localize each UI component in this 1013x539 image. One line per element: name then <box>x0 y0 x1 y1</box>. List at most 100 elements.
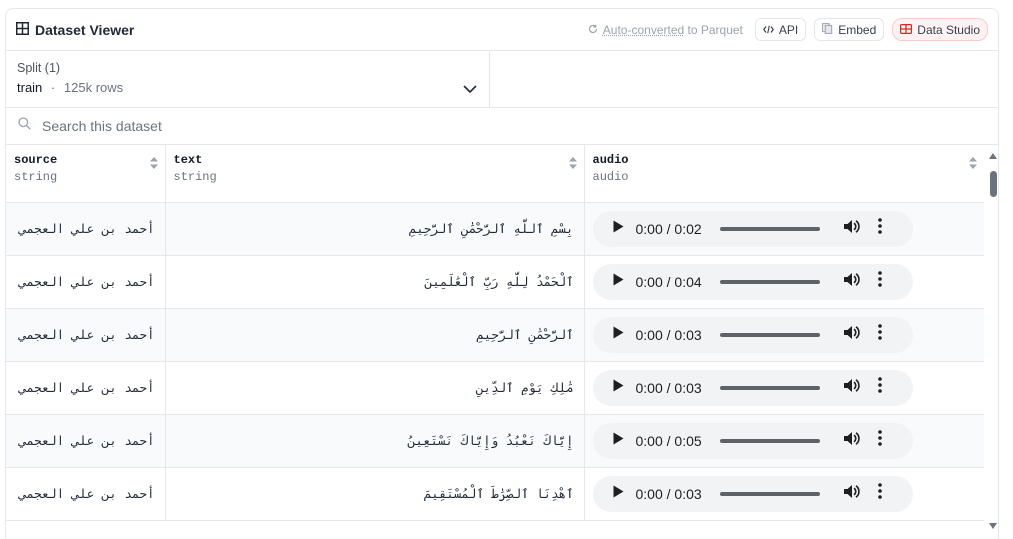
table-row[interactable]: أحمد بن علي العجمي بِسْمِ ٱللَّهِ ٱلرَّحْ… <box>6 202 984 255</box>
table-row[interactable]: أحمد بن علي العجمي إِيَّاكَ نَعْبُدُ وَإِ… <box>6 414 984 467</box>
search-input[interactable] <box>40 117 444 135</box>
audio-time: 0:00 / 0:03 <box>636 327 708 343</box>
more-options-icon[interactable] <box>878 483 882 504</box>
search-icon <box>18 117 31 135</box>
vertical-scrollbar[interactable] <box>987 151 999 539</box>
split-label: Split (1) <box>17 61 478 75</box>
table-row[interactable]: أحمد بن علي العجمي مَٰلِكِ يَوْمِ ٱلدِّين… <box>6 361 984 414</box>
refresh-icon <box>588 23 598 37</box>
cell-text: ٱهْدِنَا ٱلصِّرَٰطَ ٱلْمُسْتَقِيمَ <box>165 467 584 520</box>
more-options-icon[interactable] <box>878 430 882 451</box>
cell-audio: 0:00 / 0:03 <box>584 467 984 520</box>
cell-text: ٱلْحَمْدُ لِلَّهِ رَبِّ ٱلْعَٰلَمِينَ <box>165 255 584 308</box>
search-bar <box>6 108 998 145</box>
api-label: API <box>779 23 798 37</box>
column-header-source[interactable]: source string <box>6 145 165 202</box>
more-options-icon[interactable] <box>878 324 882 345</box>
cell-audio: 0:00 / 0:03 <box>584 308 984 361</box>
column-header-audio[interactable]: audio audio <box>584 145 984 202</box>
auto-converted-rest: to Parquet <box>684 23 743 37</box>
audio-progress-bar[interactable] <box>720 280 820 284</box>
cell-source: أحمد بن علي العجمي <box>6 308 165 361</box>
more-options-icon[interactable] <box>878 377 882 398</box>
volume-icon[interactable] <box>844 378 860 398</box>
embed-button[interactable]: Embed <box>814 18 884 41</box>
volume-icon[interactable] <box>844 325 860 345</box>
audio-progress-bar[interactable] <box>720 386 820 390</box>
data-studio-button[interactable]: Data Studio <box>892 18 988 41</box>
more-options-icon[interactable] <box>878 218 882 239</box>
column-name: text <box>174 153 576 167</box>
scroll-down-icon <box>989 523 997 529</box>
table-row[interactable]: أحمد بن علي العجمي ٱلْحَمْدُ لِلَّهِ رَبِ… <box>6 255 984 308</box>
split-row: Split (1) train · 125k rows <box>6 51 998 108</box>
split-separator: · <box>51 80 55 95</box>
scrollbar-thumb[interactable] <box>990 171 997 197</box>
data-table: source string text string audio audio أح… <box>6 145 984 521</box>
scroll-up-icon <box>989 153 997 159</box>
audio-player[interactable]: 0:00 / 0:04 <box>593 264 913 300</box>
sort-icon[interactable] <box>150 156 158 174</box>
volume-icon[interactable] <box>844 484 860 504</box>
cell-source: أحمد بن علي العجمي <box>6 361 165 414</box>
audio-progress-bar[interactable] <box>720 439 820 443</box>
auto-converted-link[interactable]: Auto-converted <box>603 23 684 37</box>
cell-source: أحمد بن علي العجمي <box>6 467 165 520</box>
column-type: audio <box>593 170 977 184</box>
play-icon[interactable] <box>613 273 624 291</box>
split-name: train <box>17 80 42 95</box>
audio-player[interactable]: 0:00 / 0:03 <box>593 476 913 512</box>
audio-player[interactable]: 0:00 / 0:03 <box>593 370 913 406</box>
data-studio-label: Data Studio <box>917 23 980 37</box>
api-button[interactable]: API <box>755 18 806 41</box>
embed-icon <box>822 23 833 37</box>
audio-progress-bar[interactable] <box>720 492 820 496</box>
volume-icon[interactable] <box>844 219 860 239</box>
sort-icon[interactable] <box>969 156 977 174</box>
code-icon <box>763 23 774 37</box>
column-type: string <box>14 170 157 184</box>
audio-time: 0:00 / 0:05 <box>636 433 708 449</box>
cell-audio: 0:00 / 0:04 <box>584 255 984 308</box>
audio-player[interactable]: 0:00 / 0:02 <box>593 211 913 247</box>
more-options-icon[interactable] <box>878 271 882 292</box>
audio-player[interactable]: 0:00 / 0:05 <box>593 423 913 459</box>
table-row[interactable]: أحمد بن علي العجمي ٱلرَّحْمَٰنِ ٱلرَّحِيم… <box>6 308 984 361</box>
cell-text: بِسْمِ ٱللَّهِ ٱلرَّحْمَٰنِ ٱلرَّحِيمِ <box>165 202 584 255</box>
column-type: string <box>174 170 576 184</box>
column-header-text[interactable]: text string <box>165 145 584 202</box>
audio-time: 0:00 / 0:03 <box>636 380 708 396</box>
embed-label: Embed <box>838 23 876 37</box>
audio-progress-bar[interactable] <box>720 333 820 337</box>
audio-player[interactable]: 0:00 / 0:03 <box>593 317 913 353</box>
split-row-count: 125k rows <box>64 80 123 95</box>
audio-time: 0:00 / 0:04 <box>636 274 708 290</box>
volume-icon[interactable] <box>844 272 860 292</box>
play-icon[interactable] <box>613 432 624 450</box>
table-icon <box>16 22 29 38</box>
table-row[interactable]: أحمد بن علي العجمي ٱهْدِنَا ٱلصِّرَٰطَ ٱل… <box>6 467 984 520</box>
play-icon[interactable] <box>613 379 624 397</box>
cell-audio: 0:00 / 0:03 <box>584 361 984 414</box>
cell-text: إِيَّاكَ نَعْبُدُ وَإِيَّاكَ نَسْتَعِينُ <box>165 414 584 467</box>
cell-source: أحمد بن علي العجمي <box>6 202 165 255</box>
table-header-row: source string text string audio audio <box>6 145 984 202</box>
cell-text: ٱلرَّحْمَٰنِ ٱلرَّحِيمِ <box>165 308 584 361</box>
spreadsheet-icon <box>900 23 912 37</box>
cell-source: أحمد بن علي العجمي <box>6 414 165 467</box>
split-selector[interactable]: Split (1) train · 125k rows <box>6 51 490 107</box>
viewer-title-text: Dataset Viewer <box>35 22 134 38</box>
cell-text: مَٰلِكِ يَوْمِ ٱلدِّينِ <box>165 361 584 414</box>
audio-time: 0:00 / 0:02 <box>636 221 708 237</box>
chevron-down-icon[interactable] <box>463 80 477 98</box>
audio-progress-bar[interactable] <box>720 227 820 231</box>
column-name: source <box>14 153 157 167</box>
dataset-viewer: Dataset Viewer Auto-converted to Parquet… <box>5 8 999 539</box>
sort-icon[interactable] <box>569 156 577 174</box>
play-icon[interactable] <box>613 220 624 238</box>
cell-audio: 0:00 / 0:05 <box>584 414 984 467</box>
play-icon[interactable] <box>613 326 624 344</box>
volume-icon[interactable] <box>844 431 860 451</box>
audio-time: 0:00 / 0:03 <box>636 486 708 502</box>
play-icon[interactable] <box>613 485 624 503</box>
